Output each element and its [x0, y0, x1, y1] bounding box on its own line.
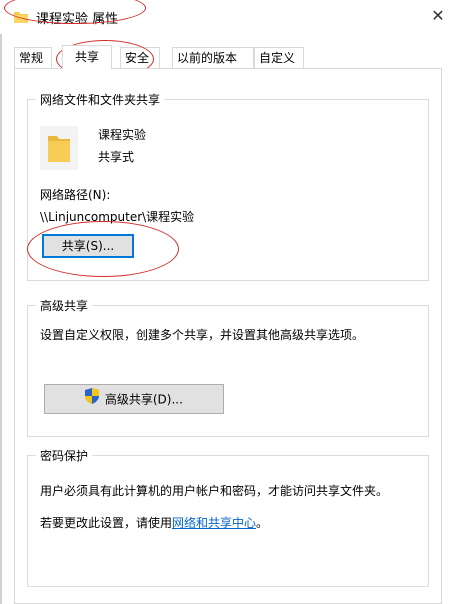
advanced-sharing-button[interactable]: 高级共享(D)... [44, 384, 224, 414]
tab-label: 以前的版本 [177, 51, 238, 65]
change-setting-text: 若要更改此设置，请使用网络和共享中心。 [40, 514, 268, 531]
network-path-label: 网络路径(N): [40, 188, 111, 202]
password-protection-group: 密码保护 用户必须具有此计算机的用户帐户和密码，才能访问共享文件夹。 若要更改此… [27, 447, 429, 587]
tab-sharing[interactable]: 共享 [62, 45, 112, 69]
tab-security[interactable]: 安全 [120, 47, 160, 68]
tab-label: 安全 [125, 51, 150, 65]
uac-shield-icon [85, 386, 100, 414]
window-left-edge [0, 0, 2, 604]
advanced-sharing-button-label: 高级共享(D)... [104, 392, 183, 407]
group-title: 密码保护 [36, 447, 93, 464]
password-protection-description: 用户必须具有此计算机的用户帐户和密码，才能访问共享文件夹。 [40, 484, 389, 498]
change-setting-suffix: 。 [256, 516, 269, 530]
network-path-value: \\Linjuncomputer\课程实验 [40, 210, 195, 224]
folder-name: 课程实验 [98, 128, 147, 142]
network-sharing-group: 网络文件和文件夹共享 课程实验 共享式 网络路径(N): \\Linjuncom… [27, 91, 429, 281]
tab-previous-versions[interactable]: 以前的版本 [172, 47, 254, 68]
folder-icon [14, 11, 28, 23]
group-title: 高级共享 [36, 297, 93, 314]
share-button-label: 共享(S)... [61, 239, 115, 253]
shared-folder-icon [40, 126, 78, 170]
advanced-sharing-description: 设置自定义权限，创建多个共享，并设置其他高级共享选项。 [40, 328, 365, 342]
close-icon: ✕ [431, 6, 445, 25]
window-title: 课程实验 属性 [36, 12, 119, 27]
group-title: 网络文件和文件夹共享 [36, 91, 165, 108]
properties-window: 课程实验 属性 ✕ 常规 共享 安全 以前的版本 自定义 网络文件和文件夹共享 [0, 0, 456, 604]
advanced-sharing-group: 高级共享 设置自定义权限，创建多个共享，并设置其他高级共享选项。 高级共享(D)… [27, 297, 429, 437]
sharing-tab-panel: 网络文件和文件夹共享 课程实验 共享式 网络路径(N): \\Linjuncom… [14, 68, 442, 604]
tab-customize[interactable]: 自定义 [254, 47, 304, 68]
change-setting-prefix: 若要更改此设置，请使用 [40, 516, 173, 530]
share-button[interactable]: 共享(S)... [42, 234, 134, 258]
share-status: 共享式 [98, 150, 135, 164]
tab-label: 共享 [74, 50, 99, 64]
network-sharing-center-link[interactable]: 网络和共享中心 [172, 516, 256, 530]
tab-label: 自定义 [259, 51, 296, 65]
close-button[interactable]: ✕ [420, 0, 456, 34]
tab-label: 常规 [19, 51, 44, 65]
tab-general[interactable]: 常规 [14, 47, 52, 68]
title-bar[interactable]: 课程实验 属性 ✕ [0, 0, 456, 34]
